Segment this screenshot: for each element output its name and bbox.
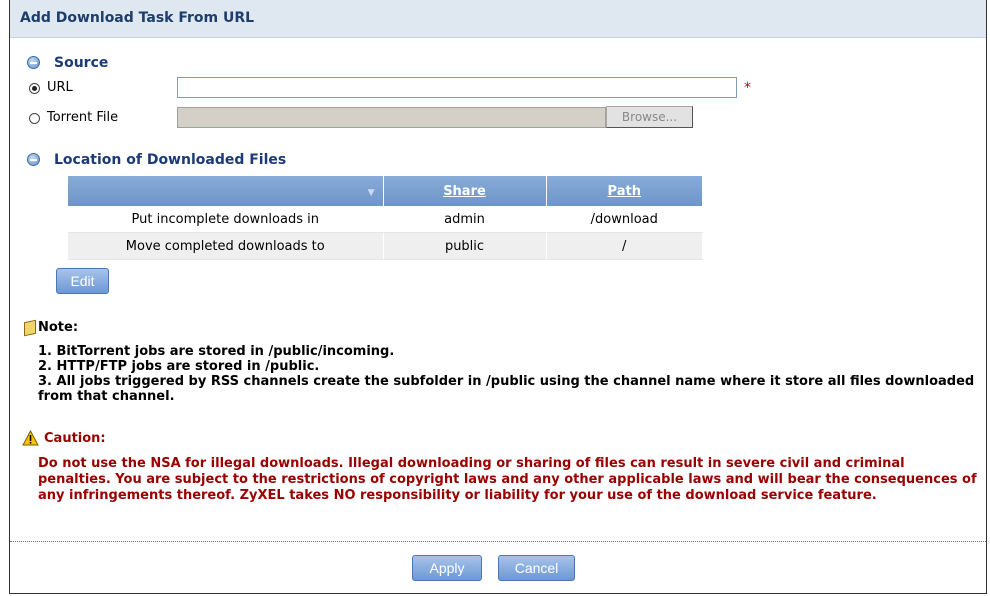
path-column-link[interactable]: Path [608, 184, 641, 199]
torrent-file-radio[interactable] [29, 113, 40, 124]
collapse-section-icon[interactable] [27, 153, 40, 166]
collapse-section-icon[interactable] [27, 56, 40, 69]
note-item: 1. BitTorrent jobs are stored in /public… [38, 344, 395, 359]
path-column-header[interactable]: Path [546, 176, 703, 206]
source-heading: Source [54, 55, 109, 71]
download-task-panel: Add Download Task From URL Source URL * … [9, 0, 987, 594]
edit-button[interactable]: Edit [56, 268, 109, 294]
torrent-file-label: Torrent File [47, 110, 119, 125]
url-label: URL [47, 80, 73, 95]
row-path: / [546, 232, 703, 260]
url-radio[interactable] [29, 83, 40, 94]
apply-button[interactable]: Apply [412, 555, 482, 581]
torrent-file-input[interactable] [177, 107, 606, 128]
row-label: Put incomplete downloads in [68, 206, 384, 233]
table-row: Move completed downloads to public / [68, 232, 703, 260]
caution-text: Do not use the NSA for illegal downloads… [38, 456, 977, 503]
label-column-header[interactable]: ▼ [68, 176, 384, 206]
note-list: 1. BitTorrent jobs are stored in /public… [38, 344, 978, 404]
note-heading: Note: [38, 320, 79, 335]
sort-arrow-icon: ▼ [367, 187, 375, 198]
row-path: /download [546, 206, 703, 233]
row-label: Move completed downloads to [68, 232, 384, 260]
table-row: Put incomplete downloads in admin /downl… [68, 206, 703, 233]
divider [10, 541, 986, 542]
cancel-button[interactable]: Cancel [498, 555, 575, 581]
caution-heading: Caution: [44, 431, 106, 446]
share-column-header[interactable]: Share [383, 176, 547, 206]
title-bar: Add Download Task From URL [10, 0, 986, 38]
share-column-link[interactable]: Share [443, 184, 486, 199]
note-icon [24, 319, 36, 337]
row-share: public [383, 232, 547, 260]
warning-icon [22, 430, 39, 446]
note-item: 3. All jobs triggered by RSS channels cr… [38, 374, 975, 404]
note-item: 2. HTTP/FTP jobs are stored in /public. [38, 359, 320, 374]
browse-button[interactable]: Browse... [606, 106, 693, 128]
location-heading: Location of Downloaded Files [54, 152, 287, 168]
page-title: Add Download Task From URL [20, 10, 255, 26]
location-table: ▼ Share Path Put incomplete downloads in… [68, 176, 703, 260]
row-share: admin [383, 206, 547, 233]
url-input[interactable] [177, 77, 737, 98]
required-asterisk: * [744, 80, 751, 96]
